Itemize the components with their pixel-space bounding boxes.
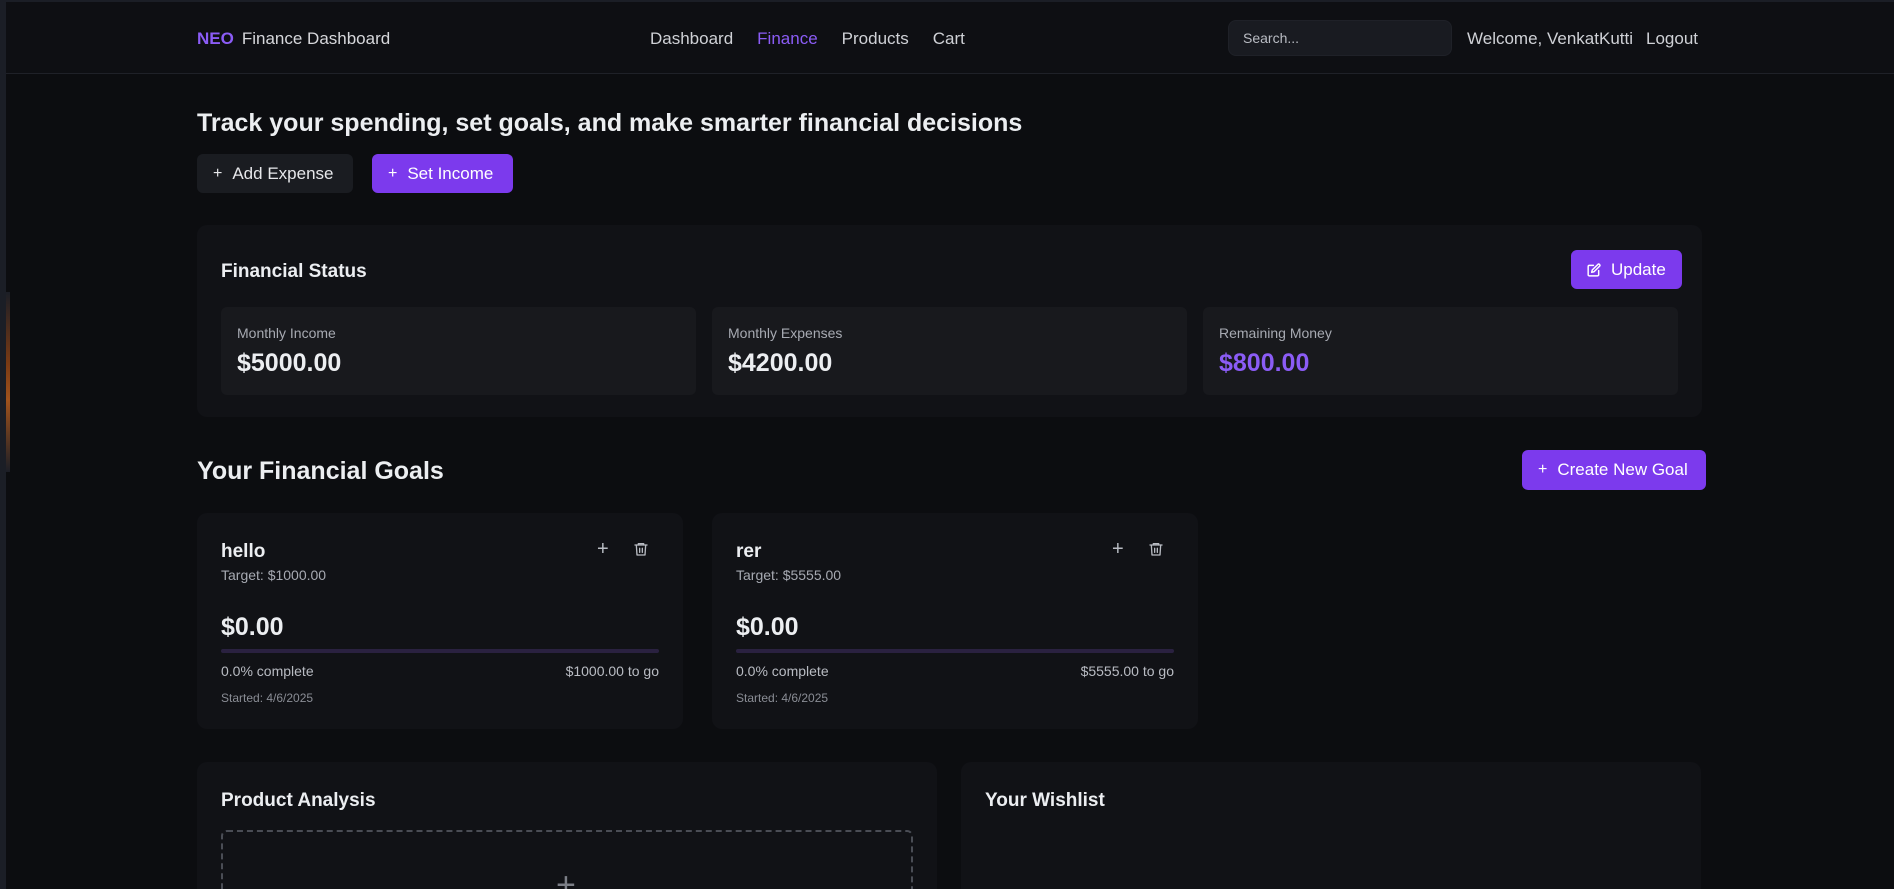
goal-amount: $0.00 [221, 613, 284, 641]
set-income-label: Set Income [407, 163, 494, 183]
goal-amount: $0.00 [736, 613, 799, 641]
plus-icon: + [556, 866, 576, 889]
stat-value: $5000.00 [237, 349, 342, 377]
nav-link-dashboard[interactable]: Dashboard [650, 29, 733, 49]
set-income-button[interactable]: + Set Income [372, 154, 513, 193]
edit-icon [1587, 262, 1601, 277]
logout-button[interactable]: Logout [1646, 29, 1698, 49]
add-expense-label: Add Expense [232, 163, 334, 183]
top-navbar: NEO Finance Dashboard Dashboard Finance … [6, 2, 1894, 74]
nav-link-products[interactable]: Products [842, 29, 909, 49]
add-expense-button[interactable]: + Add Expense [197, 154, 353, 193]
plus-icon[interactable]: + [597, 538, 609, 561]
trash-icon[interactable] [1148, 540, 1164, 558]
goal-start-date: Started: 4/6/2025 [736, 691, 829, 705]
goal-target: Target: $1000.00 [221, 567, 327, 583]
goal-name: hello [221, 541, 266, 562]
goal-card: hello Target: $1000.00 + $0.00 0.0% comp… [197, 513, 683, 729]
product-upload-dropzone[interactable]: + [221, 830, 913, 889]
goal-remaining: $5555.00 to go [1080, 663, 1174, 679]
goal-card: rer Target: $5555.00 + $0.00 0.0% comple… [712, 513, 1198, 729]
update-button[interactable]: Update [1571, 250, 1682, 289]
remaining-money-card: Remaining Money $800.00 [1203, 307, 1678, 395]
goal-remaining: $1000.00 to go [565, 663, 659, 679]
wishlist-title: Your Wishlist [985, 790, 1105, 811]
stat-label: Monthly Income [237, 325, 336, 341]
goal-progress-bar [221, 649, 659, 653]
goals-section-title: Your Financial Goals [197, 457, 444, 485]
monthly-expenses-card: Monthly Expenses $4200.00 [712, 307, 1187, 395]
nav-links: Dashboard Finance Products Cart [650, 29, 965, 49]
brand[interactable]: NEO Finance Dashboard [197, 29, 390, 49]
plus-icon[interactable]: + [1112, 538, 1124, 561]
stat-label: Monthly Expenses [728, 325, 843, 341]
goal-percent-complete: 0.0% complete [221, 663, 314, 679]
plus-icon: + [388, 164, 398, 182]
plus-icon: + [1538, 461, 1548, 478]
nav-link-finance[interactable]: Finance [757, 29, 817, 49]
window-edge [6, 292, 10, 472]
wishlist-panel: Your Wishlist [961, 762, 1701, 889]
brand-title: Finance Dashboard [241, 29, 391, 48]
monthly-income-card: Monthly Income $5000.00 [221, 307, 696, 395]
goal-start-date: Started: 4/6/2025 [221, 691, 314, 705]
plus-icon: + [213, 164, 223, 182]
stat-value: $800.00 [1219, 349, 1310, 377]
stat-value: $4200.00 [728, 349, 833, 377]
goal-name: rer [736, 541, 762, 562]
create-goal-label: Create New Goal [1557, 460, 1688, 479]
search-input[interactable] [1228, 20, 1452, 56]
financial-status-title: Financial Status [221, 261, 367, 282]
financial-status-panel: Financial Status Update Monthly Income $… [197, 225, 1702, 417]
page-tagline: Track your spending, set goals, and make… [197, 109, 1023, 137]
goal-percent-complete: 0.0% complete [736, 663, 829, 679]
product-analysis-title: Product Analysis [221, 790, 376, 811]
goal-target: Target: $5555.00 [736, 567, 842, 583]
product-analysis-panel: Product Analysis + [197, 762, 937, 889]
create-new-goal-button[interactable]: + Create New Goal [1522, 450, 1706, 490]
trash-icon[interactable] [633, 540, 649, 558]
welcome-text: Welcome, VenkatKutti [1467, 29, 1633, 48]
brand-logo-text: NEO [197, 29, 234, 48]
nav-link-cart[interactable]: Cart [933, 29, 965, 49]
update-label: Update [1611, 259, 1666, 279]
stat-label: Remaining Money [1219, 325, 1332, 341]
app-window: NEO Finance Dashboard Dashboard Finance … [0, 0, 1894, 889]
goal-progress-bar [736, 649, 1174, 653]
